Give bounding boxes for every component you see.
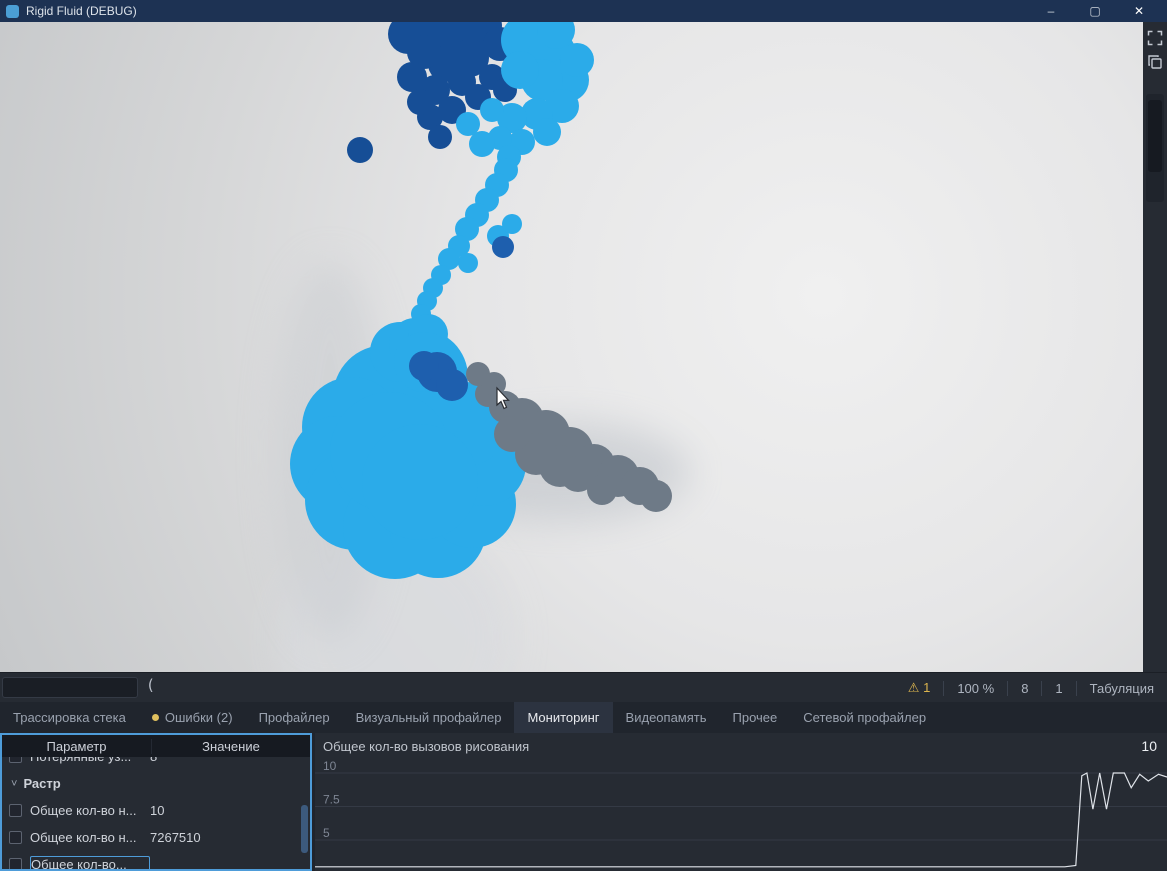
monitor-name: Потерянные уз... (30, 757, 150, 764)
debugger-tab[interactable]: Прочее (720, 702, 791, 733)
monitor-name: Общее кол-во н... (30, 830, 137, 845)
debugger-tab[interactable]: Визуальный профайлер (343, 702, 515, 733)
table-row[interactable]: Общее кол-во н... 10 (2, 797, 310, 824)
titlebar[interactable]: Rigid Fluid (DEBUG) – ▢ ✕ (0, 0, 1167, 22)
monitor-graph-panel: 10 7.5 5 Общее кол-во вызовов рисования 10 (315, 733, 1167, 871)
expand-icon[interactable] (1147, 30, 1163, 46)
warning-icon: ⚠ (907, 680, 920, 695)
statusbar: ( ⚠ 1 100 % 8 1 Табуляция (0, 672, 1167, 702)
minimize-button[interactable]: – (1029, 0, 1073, 22)
tab-label: Сетевой профайлер (803, 710, 927, 725)
column-header-value[interactable]: Значение (152, 739, 310, 754)
caret-column: 1 (1055, 680, 1063, 696)
table-row[interactable]: Общее кол-во н... 7267510 (2, 824, 310, 851)
maximize-button[interactable]: ▢ (1073, 0, 1117, 22)
zoom-level: 100 % (957, 680, 995, 696)
app-window: Rigid Fluid (DEBUG) – ▢ ✕ (⚠ 1 100 % 8 … (0, 0, 1167, 871)
close-button[interactable]: ✕ (1117, 0, 1161, 22)
game-viewport[interactable] (0, 22, 1143, 672)
monitor-checkbox[interactable] (9, 831, 22, 844)
code-fragment: ( (146, 676, 156, 694)
statusbar-right: ⚠ 1 100 % 8 1 Табуляция (895, 673, 1167, 703)
tab-label: Трассировка стека (13, 710, 126, 725)
debugger-tab[interactable]: Ошибки (2) (139, 702, 246, 733)
monitor-value: 10 (150, 803, 165, 818)
category-row[interactable]: ˅ Растр (2, 770, 310, 797)
monitor-checkbox[interactable] (9, 757, 22, 763)
tab-label: Визуальный профайлер (355, 710, 502, 725)
monitor-name: Общее кол-во... (30, 856, 150, 869)
copy-icon[interactable] (1147, 54, 1163, 70)
tab-label: Прочее (732, 710, 778, 725)
graph-current-value: 10 (1141, 738, 1157, 754)
monitor-name: Растр (23, 776, 61, 791)
debugger-tab[interactable]: Трассировка стека (0, 702, 139, 733)
y-tick-label: 7.5 (323, 793, 340, 807)
debugger-tab[interactable]: Профайлер (246, 702, 343, 733)
monitor-name: Общее кол-во н... (30, 803, 137, 818)
table-row[interactable]: Общее кол-во... (2, 851, 310, 869)
table-row[interactable]: Потерянные уз...8 (2, 757, 310, 770)
table-header: Параметр Значение (2, 735, 310, 757)
error-dot-icon (151, 714, 159, 721)
caret-line: 8 (1021, 680, 1029, 696)
monitor-checkbox[interactable] (9, 804, 22, 817)
debugger-tab[interactable]: Сетевой профайлер (790, 702, 939, 733)
monitor-table-body: Потерянные уз...8 ˅ Растр Общее кол-во н...… (2, 757, 310, 869)
debugger-panel: Параметр Значение Потерянные уз...8 ˅ Раст… (0, 733, 1167, 871)
app-icon (6, 4, 19, 18)
editor-right-strip (1143, 22, 1167, 672)
column-header-parameter[interactable]: Параметр (2, 738, 152, 754)
warning-count: 1 (923, 680, 931, 695)
scrollbar-thumb[interactable] (1148, 100, 1162, 172)
monitors-scrollbar-thumb[interactable] (301, 805, 308, 853)
monitor-value: 7267510 (150, 830, 201, 845)
bottom-left-box (2, 677, 138, 698)
debugger-tab[interactable]: Видеопамять (613, 702, 720, 733)
tab-label: Ошибки (2) (164, 710, 233, 725)
monitor-value: 8 (150, 757, 157, 764)
monitors-list-panel: Параметр Значение Потерянные уз...8 ˅ Раст… (0, 733, 312, 871)
indent-type: Табуляция (1089, 680, 1154, 696)
y-tick-label: 10 (323, 759, 337, 773)
graph-title: Общее кол-во вызовов рисования (323, 739, 530, 754)
scene-svg (275, 22, 690, 672)
y-tick-label: 5 (323, 826, 330, 840)
window-title: Rigid Fluid (DEBUG) (26, 4, 137, 18)
debugger-tabbar: Трассировка стека Ошибки (2) Профайлер Визу… (0, 702, 1167, 733)
tab-label: Мониторинг (527, 710, 600, 725)
monitor-checkbox[interactable] (9, 858, 22, 869)
debugger-tab[interactable]: Мониторинг (514, 702, 613, 733)
warning-badge[interactable]: ⚠ 1 (895, 680, 944, 696)
monitor-line-series (315, 772, 1167, 868)
viewport-scrollbar[interactable] (1146, 94, 1164, 202)
chevron-down-icon[interactable]: ˅ (11, 778, 17, 790)
tab-label: Видеопамять (625, 710, 707, 725)
tab-label: Профайлер (258, 710, 330, 725)
